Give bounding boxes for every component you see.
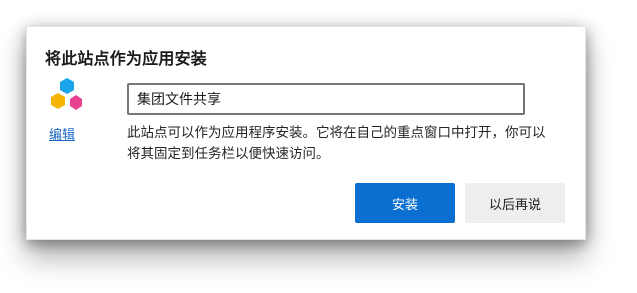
- app-name-input[interactable]: [127, 83, 525, 115]
- install-button[interactable]: 安装: [355, 183, 455, 223]
- edit-icon-link[interactable]: 编辑: [49, 124, 75, 143]
- install-app-dialog: 将此站点作为应用安装 编辑 此站点可以作为应用程序安装。它将在自己的重点窗口中打…: [26, 26, 586, 240]
- not-now-button[interactable]: 以后再说: [465, 183, 565, 223]
- dialog-title: 将此站点作为应用安装: [45, 49, 208, 68]
- app-hexagon-cluster-icon: [51, 78, 82, 110]
- screen: 将此站点作为应用安装 编辑 此站点可以作为应用程序安装。它将在自己的重点窗口中打…: [0, 0, 637, 293]
- install-description: 此站点可以作为应用程序安装。它将在自己的重点窗口中打开，你可以将其固定到任务栏以…: [127, 125, 546, 162]
